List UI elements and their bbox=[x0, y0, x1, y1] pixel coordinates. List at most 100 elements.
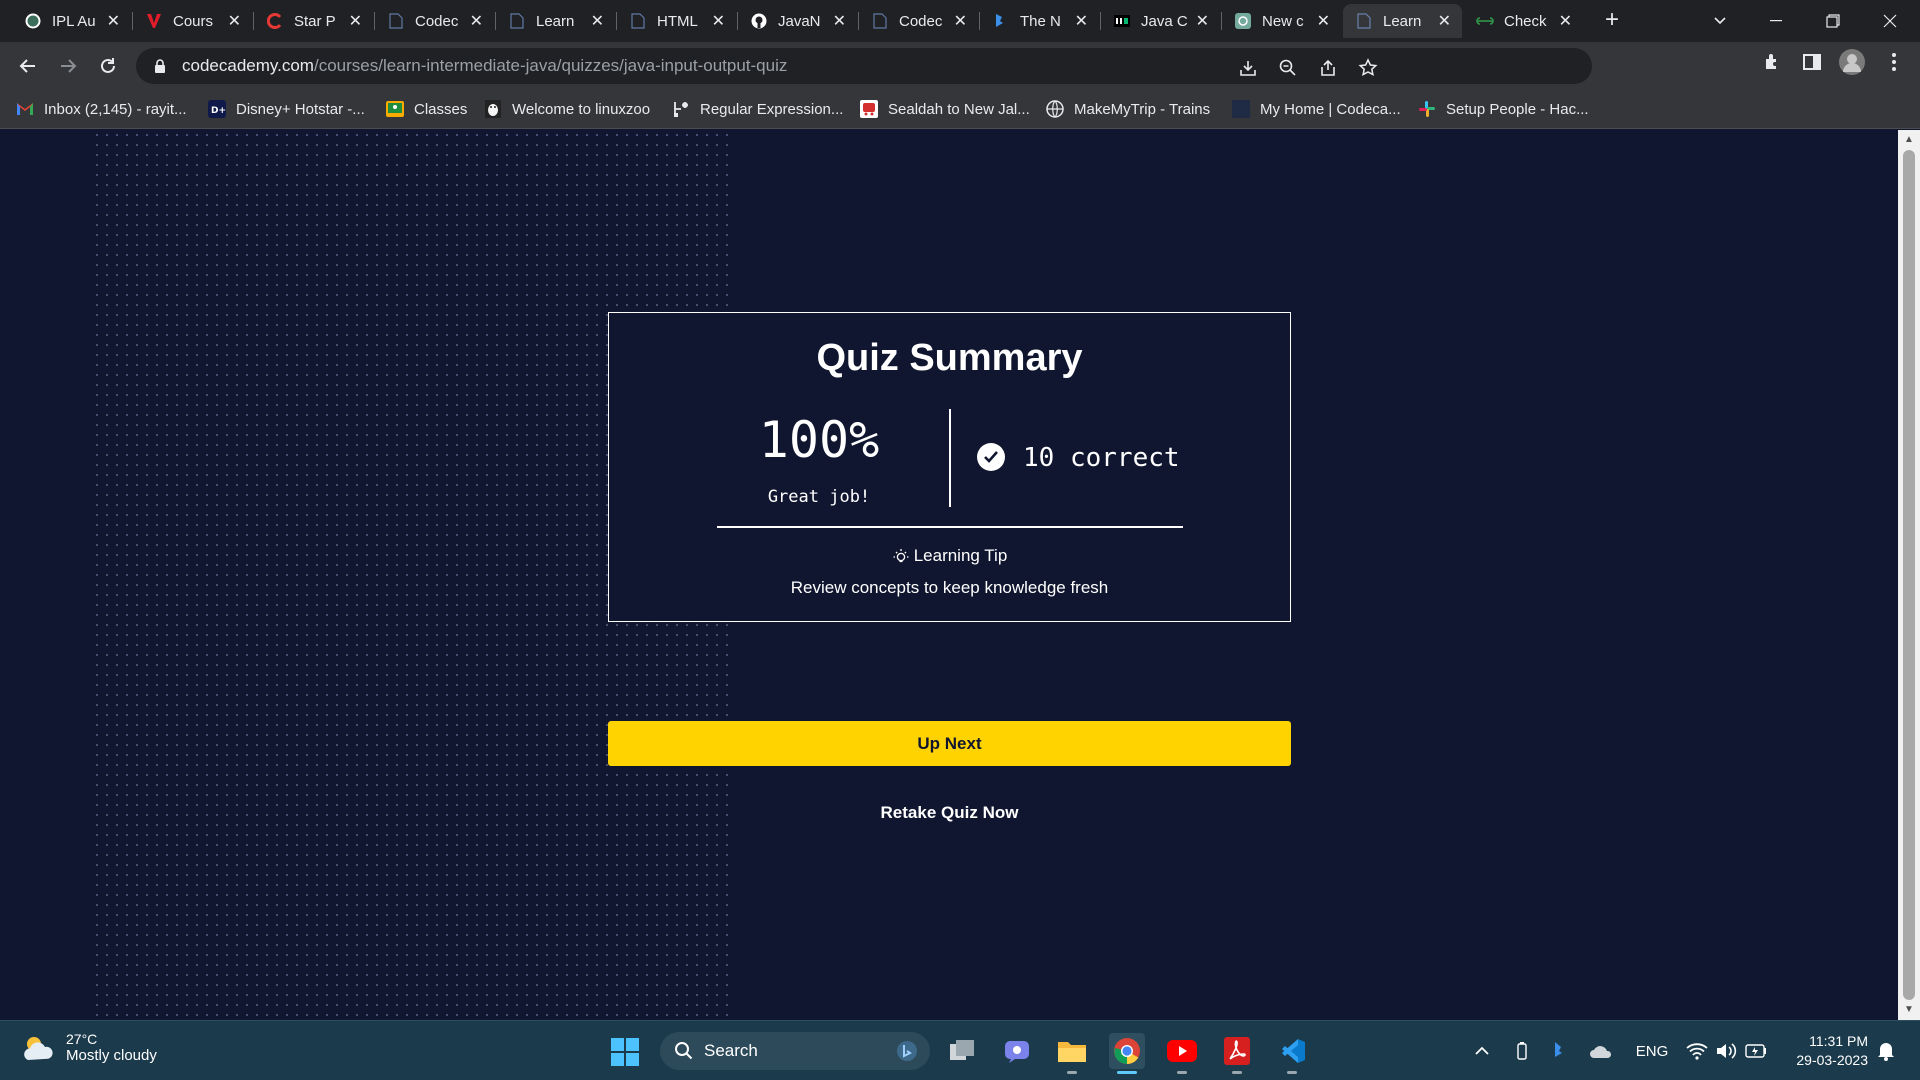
retake-quiz-button[interactable]: Retake Quiz Now bbox=[608, 803, 1291, 823]
browser-tab[interactable]: Learn ✕ bbox=[1343, 4, 1462, 38]
back-button[interactable] bbox=[12, 50, 44, 82]
vscode-icon[interactable] bbox=[1274, 1033, 1310, 1074]
close-tab-icon[interactable]: ✕ bbox=[1558, 11, 1573, 31]
tab-title: Cours bbox=[173, 12, 214, 30]
new-tab-button[interactable]: + bbox=[1599, 8, 1625, 34]
install-app-icon[interactable] bbox=[1236, 56, 1260, 80]
browser-tab[interactable]: JavaN ✕ bbox=[738, 4, 857, 38]
page-icon bbox=[387, 12, 405, 30]
browser-tab[interactable]: HTML ✕ bbox=[617, 4, 736, 38]
chrome-icon[interactable] bbox=[1109, 1033, 1145, 1074]
bookmark-item[interactable]: D+ Disney+ Hotstar -... bbox=[208, 98, 365, 120]
browser-tab[interactable]: Learn ✕ bbox=[496, 4, 615, 38]
battery-saver-icon[interactable] bbox=[1512, 1039, 1532, 1063]
close-tab-icon[interactable]: ✕ bbox=[227, 11, 242, 31]
forward-button[interactable] bbox=[52, 50, 84, 82]
profile-avatar[interactable] bbox=[1838, 48, 1866, 76]
bookmark-item[interactable]: Regular Expression... bbox=[672, 98, 843, 120]
show-hidden-icons-chevron-icon[interactable] bbox=[1472, 1039, 1492, 1063]
restore-window-icon[interactable] bbox=[1805, 0, 1861, 42]
share-icon[interactable] bbox=[1316, 56, 1340, 80]
search-icon bbox=[675, 1042, 693, 1060]
close-tab-icon[interactable]: ✕ bbox=[711, 11, 726, 31]
bookmark-item[interactable]: Welcome to linuxzoo bbox=[484, 98, 650, 120]
bookmark-star-icon[interactable] bbox=[1356, 56, 1380, 80]
close-tab-icon[interactable]: ✕ bbox=[1437, 11, 1452, 31]
page-icon bbox=[629, 12, 647, 30]
language-indicator[interactable]: ENG bbox=[1632, 1039, 1672, 1063]
bing-tray-icon[interactable] bbox=[1550, 1039, 1570, 1063]
browser-tab[interactable]: Codec ✕ bbox=[375, 4, 494, 38]
bookmark-label: Welcome to linuxzoo bbox=[512, 100, 651, 118]
close-tab-icon[interactable]: ✕ bbox=[590, 11, 605, 31]
tab-title: Codec bbox=[415, 12, 459, 30]
gfg-icon bbox=[1476, 12, 1494, 30]
wifi-icon[interactable] bbox=[1685, 1039, 1709, 1063]
close-tab-icon[interactable]: ✕ bbox=[106, 11, 121, 31]
side-panel-icon[interactable] bbox=[1800, 50, 1824, 74]
browser-tab[interactable]: IPL Au ✕ bbox=[12, 4, 131, 38]
bookmark-item[interactable]: Classes bbox=[386, 98, 467, 120]
checkmark-circle-icon bbox=[977, 443, 1005, 471]
quiz-summary-card: Quiz Summary 100% Great job! 10 correct … bbox=[608, 312, 1291, 622]
taskbar-search[interactable]: Search bbox=[660, 1032, 930, 1070]
youtube-icon[interactable] bbox=[1164, 1033, 1200, 1074]
browser-tab[interactable]: Cours ✕ bbox=[133, 4, 252, 38]
browser-toolbar: codecademy.com/courses/learn-intermediat… bbox=[0, 42, 1920, 89]
quiz-page: Quiz Summary 100% Great job! 10 correct … bbox=[0, 130, 1898, 1020]
clock-time: 11:31 PM bbox=[1809, 1033, 1868, 1049]
browser-tab[interactable]: Check ✕ bbox=[1464, 4, 1583, 38]
close-tab-icon[interactable]: ✕ bbox=[1074, 11, 1089, 31]
teams-chat-icon[interactable] bbox=[999, 1033, 1035, 1069]
windows-start-icon[interactable] bbox=[611, 1038, 639, 1066]
tab-separator bbox=[374, 12, 375, 30]
task-view-icon[interactable] bbox=[944, 1033, 980, 1069]
close-tab-icon[interactable]: ✕ bbox=[348, 11, 363, 31]
slack-icon bbox=[1418, 100, 1436, 118]
file-explorer-icon[interactable] bbox=[1054, 1033, 1090, 1074]
extensions-puzzle-icon[interactable] bbox=[1760, 50, 1784, 74]
scroll-down-arrow-icon[interactable]: ▼ bbox=[1903, 1004, 1915, 1016]
browser-tab[interactable]: Star P ✕ bbox=[254, 4, 373, 38]
scroll-up-arrow-icon[interactable]: ▲ bbox=[1903, 134, 1915, 146]
zoom-icon[interactable] bbox=[1276, 56, 1300, 80]
tab-strip: IPL Au ✕ Cours ✕ Star P ✕ Codec ✕ Learn ✕ HTML ✕ Jav… bbox=[0, 0, 1920, 42]
hotstar-icon: D+ bbox=[208, 100, 226, 118]
address-bar[interactable]: codecademy.com/courses/learn-intermediat… bbox=[136, 48, 1592, 84]
close-window-icon[interactable] bbox=[1862, 0, 1918, 42]
reload-button[interactable] bbox=[92, 50, 124, 82]
browser-tab[interactable]: Codec ✕ bbox=[859, 4, 978, 38]
tab-search-chevron-icon[interactable] bbox=[1708, 8, 1732, 32]
browser-tab[interactable]: New c ✕ bbox=[1222, 4, 1341, 38]
bookmark-label: Classes bbox=[414, 100, 468, 118]
bookmark-item[interactable]: My Home | Codeca... bbox=[1232, 98, 1401, 120]
notification-bell-icon[interactable] bbox=[1874, 1039, 1898, 1063]
adobe-acrobat-icon[interactable] bbox=[1219, 1033, 1255, 1074]
close-tab-icon[interactable]: ✕ bbox=[469, 11, 484, 31]
weather-widget[interactable]: 27°C Mostly cloudy bbox=[20, 1031, 157, 1064]
browser-tab[interactable]: Java C ✕ bbox=[1101, 4, 1220, 38]
bookmark-item[interactable]: Inbox (2,145) - rayit... bbox=[16, 98, 187, 120]
close-tab-icon[interactable]: ✕ bbox=[953, 11, 968, 31]
browser-tab[interactable]: The N ✕ bbox=[980, 4, 1099, 38]
tab-separator bbox=[979, 12, 980, 30]
chrome-menu-icon[interactable] bbox=[1882, 50, 1906, 74]
close-tab-icon[interactable]: ✕ bbox=[832, 11, 847, 31]
volume-icon[interactable] bbox=[1714, 1039, 1738, 1063]
battery-charging-icon[interactable] bbox=[1744, 1039, 1768, 1063]
bookmark-item[interactable]: Sealdah to New Jal... bbox=[860, 98, 1030, 120]
close-tab-icon[interactable]: ✕ bbox=[1316, 11, 1331, 31]
bookmarks-bar: Inbox (2,145) - rayit... D+ Disney+ Hotsta… bbox=[0, 89, 1920, 129]
close-tab-icon[interactable]: ✕ bbox=[1195, 11, 1210, 31]
up-next-button[interactable]: Up Next bbox=[608, 721, 1291, 766]
bookmark-item[interactable]: Setup People - Hac... bbox=[1418, 98, 1589, 120]
scrollbar-thumb[interactable] bbox=[1903, 150, 1915, 1000]
tab-separator bbox=[1221, 12, 1222, 30]
system-clock[interactable]: 11:31 PM 29-03-2023 bbox=[1786, 1032, 1868, 1070]
onedrive-cloud-icon[interactable] bbox=[1588, 1039, 1614, 1063]
minimize-window-icon[interactable] bbox=[1748, 0, 1804, 42]
bookmark-item[interactable]: MakeMyTrip - Trains bbox=[1046, 98, 1210, 120]
tab-separator bbox=[858, 12, 859, 30]
lock-icon bbox=[152, 58, 168, 74]
page-scrollbar[interactable]: ▲ ▼ bbox=[1898, 130, 1920, 1020]
